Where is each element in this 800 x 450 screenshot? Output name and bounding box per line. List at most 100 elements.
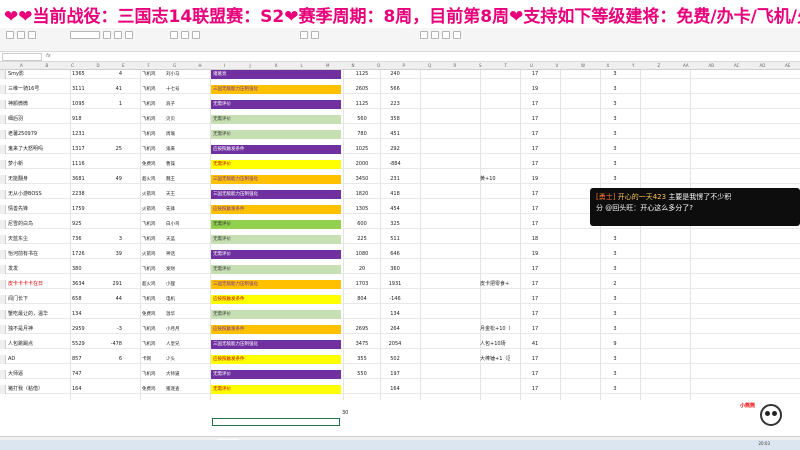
cell-v1[interactable]: 1820 bbox=[345, 190, 379, 199]
cell-v1[interactable] bbox=[345, 385, 379, 394]
cell-v5[interactable]: 3 bbox=[600, 355, 630, 364]
cell-v1[interactable]: 1125 bbox=[345, 100, 379, 109]
cell-c3[interactable]: 飞机鸡 bbox=[142, 130, 164, 139]
cell-v5[interactable]: 3 bbox=[600, 70, 630, 79]
cell-v1[interactable]: 780 bbox=[345, 130, 379, 139]
column-header[interactable]: T bbox=[505, 63, 507, 68]
row-number[interactable] bbox=[0, 190, 6, 199]
cell-c1[interactable]: 658 bbox=[72, 295, 102, 304]
cell-c2[interactable] bbox=[100, 265, 122, 274]
column-header[interactable]: U bbox=[530, 63, 533, 68]
cell-c3[interactable]: 飞机鸡 bbox=[142, 145, 164, 154]
table-row[interactable]: 蟹吃最让的，温华 134 免费鸡 温华 无需评价 134 17 3 bbox=[0, 310, 800, 320]
cell-desc[interactable]: 三国无敌能力压制强化 bbox=[211, 190, 341, 199]
row-number[interactable] bbox=[0, 385, 6, 394]
cell-name[interactable]: 人包跳踢点 bbox=[8, 340, 58, 349]
cell-v1[interactable]: 1025 bbox=[345, 145, 379, 154]
table-row[interactable]: AD 857 6 卡网 少头 应按照触发条件 355 502 大棒锤+1（区 17 3 bbox=[0, 355, 800, 365]
cell-name[interactable]: 皮卡卡卡卡在日 bbox=[8, 280, 58, 289]
column-header[interactable]: X bbox=[607, 63, 610, 68]
cell-v2[interactable]: 223 bbox=[380, 100, 410, 109]
cell-desc[interactable]: 无需评价 bbox=[211, 265, 341, 274]
column-header[interactable]: P bbox=[403, 63, 405, 68]
cell-c3[interactable]: 火箭鸡 bbox=[142, 190, 164, 199]
cell-v1[interactable]: 20 bbox=[345, 265, 379, 274]
cell-v2[interactable]: 418 bbox=[380, 190, 410, 199]
column-header[interactable]: N bbox=[352, 63, 355, 68]
cell-c4[interactable]: 白小鸟 bbox=[166, 220, 188, 229]
cell-desc[interactable]: 三国无敌能力压制强化 bbox=[211, 340, 341, 349]
number-format-icon[interactable] bbox=[300, 31, 308, 39]
cell-desc[interactable]: 无需评价 bbox=[211, 115, 341, 124]
cell-name[interactable]: 发发 bbox=[8, 265, 58, 274]
cell-v1[interactable]: 1703 bbox=[345, 280, 379, 289]
cell-v5[interactable]: 3 bbox=[600, 310, 630, 319]
cell-v2[interactable]: 451 bbox=[380, 130, 410, 139]
cell-name[interactable]: Smy影 bbox=[8, 70, 58, 79]
cell-c2[interactable]: 4 bbox=[100, 70, 122, 79]
column-header[interactable]: I bbox=[224, 63, 225, 68]
column-header[interactable]: D bbox=[97, 63, 100, 68]
cell-c3[interactable]: 飞机鸡 bbox=[142, 340, 164, 349]
table-row[interactable]: 猪打我（粘借） 164 免费鸡 猪逐查 无需评价 164 17 3 bbox=[0, 385, 800, 395]
cell-desc[interactable]: 无需评价 bbox=[211, 160, 341, 169]
cell-v2[interactable]: 511 bbox=[380, 235, 410, 244]
cell-v5[interactable]: 3 bbox=[600, 85, 630, 94]
cell-c4[interactable]: 先锋 bbox=[166, 205, 188, 214]
cell-c1[interactable]: 1317 bbox=[72, 145, 102, 154]
cell-desc[interactable]: 三国无敌能力压制强化 bbox=[211, 85, 341, 94]
table-row[interactable]: 大师逼 747 飞机鸡 大师逼 无需评价 550 197 17 3 bbox=[0, 370, 800, 380]
row-number[interactable] bbox=[0, 310, 6, 319]
cell-v4[interactable]: 17 bbox=[520, 325, 550, 334]
cell-c1[interactable]: 1116 bbox=[72, 160, 102, 169]
table-row[interactable]: 三维一骑16号 3111 41 飞机鸡 十七号 三国无敌能力压制强化 2605 566 19 3 bbox=[0, 85, 800, 95]
cell-c1[interactable]: 2959 bbox=[72, 325, 102, 334]
cell-c1[interactable]: 1726 bbox=[72, 250, 102, 259]
cell-v4[interactable]: 17 bbox=[520, 385, 550, 394]
cell-name[interactable]: 细后羽 bbox=[8, 115, 58, 124]
cell-name[interactable]: 闻门长下 bbox=[8, 295, 58, 304]
row-number[interactable] bbox=[0, 220, 6, 229]
cell-v1[interactable]: 560 bbox=[345, 115, 379, 124]
cell-v2[interactable]: 1931 bbox=[380, 280, 410, 289]
cell-v5[interactable]: 3 bbox=[600, 235, 630, 244]
table-row[interactable]: 天蓝东尘 736 3 飞机鸡 天蓝 无需评价 225 511 18 3 bbox=[0, 235, 800, 245]
cell-c4[interactable]: 刘小马 bbox=[166, 70, 188, 79]
cell-desc[interactable]: 无需评价 bbox=[211, 310, 341, 319]
cell-desc[interactable]: 三国无敌能力压制强化 bbox=[211, 175, 341, 184]
bold-icon[interactable] bbox=[103, 31, 111, 39]
selected-cell[interactable] bbox=[212, 418, 340, 426]
cell-v3[interactable]: 皮卡把零食+10 bbox=[480, 280, 510, 289]
cell-v4[interactable]: 17 bbox=[520, 160, 550, 169]
cell-name[interactable]: 神颜微微 bbox=[8, 100, 58, 109]
cell-c1[interactable]: 2238 bbox=[72, 190, 102, 199]
cell-c2[interactable] bbox=[100, 190, 122, 199]
cell-c4[interactable]: 贝贝 bbox=[166, 115, 188, 124]
delete-icon[interactable] bbox=[431, 31, 439, 39]
cell-desc[interactable]: 无需评价 bbox=[211, 385, 341, 394]
cell-c1[interactable]: 857 bbox=[72, 355, 102, 364]
cell-c4[interactable]: 周瑜 bbox=[166, 130, 188, 139]
cell-c1[interactable]: 925 bbox=[72, 220, 102, 229]
column-header[interactable]: Z bbox=[658, 63, 661, 68]
sort-icon[interactable] bbox=[442, 31, 450, 39]
row-number[interactable] bbox=[0, 325, 6, 334]
cell-c4[interactable]: 发财 bbox=[166, 265, 188, 274]
cell-v4[interactable]: 17 bbox=[520, 295, 550, 304]
column-header[interactable]: V bbox=[556, 63, 559, 68]
cell-v5[interactable]: 3 bbox=[600, 265, 630, 274]
table-row[interactable]: 人包跳踢点 5529 -478 飞机鸡 人皇兄 三国无敌能力压制强化 3475 2054 人包+… bbox=[0, 340, 800, 350]
cell-v3[interactable]: 人包+10场 bbox=[480, 340, 510, 349]
paste-icon[interactable] bbox=[6, 31, 14, 39]
cell-name[interactable]: AD bbox=[8, 355, 58, 364]
cell-v2[interactable]: -146 bbox=[380, 295, 410, 304]
column-header[interactable]: B bbox=[46, 63, 49, 68]
cell-c1[interactable]: 736 bbox=[72, 235, 102, 244]
column-header[interactable]: G bbox=[173, 63, 176, 68]
column-header[interactable]: E bbox=[122, 63, 125, 68]
cell-v4[interactable]: 17 bbox=[520, 190, 550, 199]
cell-c3[interactable]: 飞机鸡 bbox=[142, 220, 164, 229]
cell-c1[interactable]: 1365 bbox=[72, 70, 102, 79]
cell-c1[interactable]: 164 bbox=[72, 385, 102, 394]
row-number[interactable] bbox=[0, 115, 6, 124]
